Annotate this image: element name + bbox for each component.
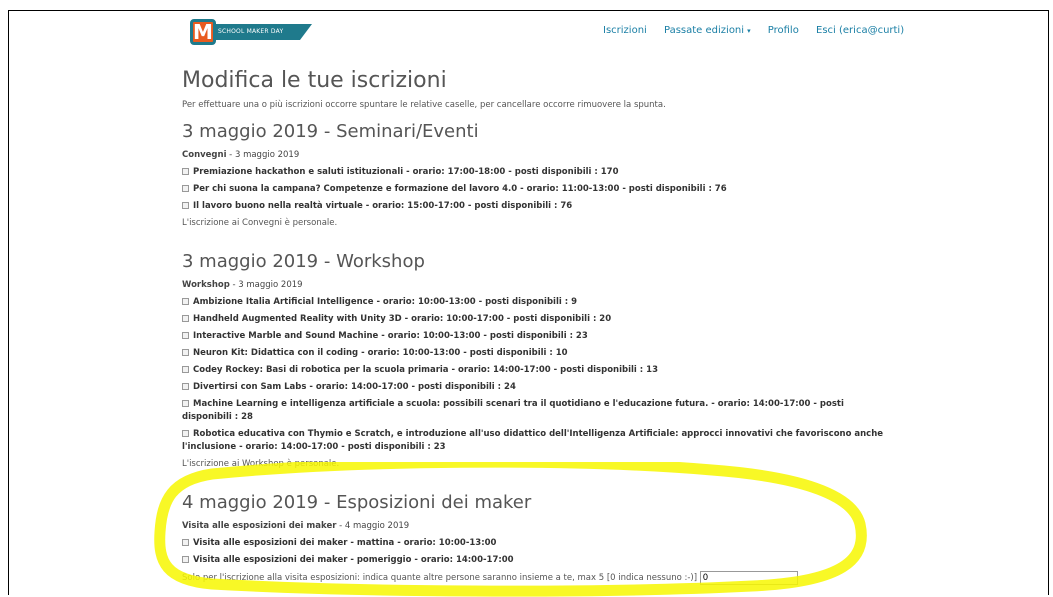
option-checkbox[interactable] — [182, 315, 189, 322]
option-row: Visita alle esposizioni dei maker - pome… — [182, 554, 887, 567]
group-label: Workshop - 3 maggio 2019 — [182, 278, 887, 292]
group-label: Convegni - 3 maggio 2019 — [182, 148, 887, 162]
section-note: L'iscrizione ai Workshop è personale. — [182, 459, 340, 469]
option-label: Machine Learning e intelligenza artifici… — [182, 399, 844, 422]
group-date: - 3 maggio 2019 — [229, 280, 303, 290]
school-maker-day-logo[interactable]: M SCHOOL MAKER DAY — [182, 17, 317, 47]
option-label: Interactive Marble and Sound Machine - o… — [193, 331, 588, 341]
option-label: Premiazione hackathon e saluti istituzio… — [193, 167, 619, 177]
option-label: Per chi suona la campana? Competenze e f… — [193, 184, 727, 194]
option-row: Robotica educativa con Thymio e Scratch,… — [182, 428, 887, 454]
window-border-left — [8, 10, 9, 595]
caret-down-icon: ▾ — [747, 27, 751, 35]
option-checkbox[interactable] — [182, 185, 189, 192]
option-label: Visita alle esposizioni dei maker - matt… — [193, 538, 497, 548]
visitors-count-input[interactable] — [699, 570, 798, 585]
group-date: - 4 maggio 2019 — [336, 521, 410, 531]
option-row: Visita alle esposizioni dei maker - matt… — [182, 537, 887, 550]
logo-text: SCHOOL MAKER DAY — [218, 28, 284, 35]
nav-profilo[interactable]: Profilo — [768, 25, 799, 36]
nav-passate-label: Passate edizioni — [664, 25, 745, 36]
group-name: Convegni — [182, 150, 227, 160]
option-checkbox[interactable] — [182, 366, 189, 373]
option-label: Neuron Kit: Didattica con il coding - or… — [193, 348, 568, 358]
option-checkbox[interactable] — [182, 202, 189, 209]
option-row: Premiazione hackathon e saluti istituzio… — [182, 166, 887, 179]
option-label: Il lavoro buono nella realtà virtuale - … — [193, 201, 573, 211]
option-checkbox[interactable] — [182, 383, 189, 390]
visitors-label: Solo per l'iscrizione alla visita esposi… — [182, 573, 698, 583]
main-content: Modifica le tue iscrizioni Per effettuar… — [182, 66, 887, 586]
option-row: Interactive Marble and Sound Machine - o… — [182, 330, 887, 343]
logo-m-icon: M — [190, 19, 216, 45]
section-heading: 3 maggio 2019 - Seminari/Eventi — [182, 121, 479, 142]
option-checkbox[interactable] — [182, 332, 189, 339]
option-row: Neuron Kit: Didattica con il coding - or… — [182, 347, 887, 360]
page-intro: Per effettuare una o più iscrizioni occo… — [182, 100, 666, 110]
page-title: Modifica le tue iscrizioni — [182, 68, 447, 93]
option-row: Divertirsi con Sam Labs - orario: 14:00-… — [182, 381, 887, 394]
option-label: Divertirsi con Sam Labs - orario: 14:00-… — [193, 382, 516, 392]
section-note: L'iscrizione ai Convegni è personale. — [182, 218, 338, 228]
group-label: Visita alle esposizioni dei maker - 4 ma… — [182, 519, 887, 533]
option-checkbox[interactable] — [182, 539, 189, 546]
section-seminari: 3 maggio 2019 - Seminari/Eventi Convegni… — [182, 120, 887, 230]
option-label: Codey Rockey: Basi di robotica per la sc… — [193, 365, 658, 375]
option-label: Handheld Augmented Reality with Unity 3D… — [193, 314, 612, 324]
nav-passate-edizioni[interactable]: Passate edizioni ▾ — [664, 25, 751, 36]
option-label: Robotica educativa con Thymio e Scratch,… — [182, 429, 884, 452]
option-row: Per chi suona la campana? Competenze e f… — [182, 183, 887, 196]
nav-iscrizioni[interactable]: Iscrizioni — [603, 25, 647, 36]
nav-links: Iscrizioni Passate edizioni ▾ Profilo Esc… — [603, 25, 918, 36]
option-checkbox[interactable] — [182, 400, 189, 407]
section-heading: 4 maggio 2019 - Esposizioni dei maker — [182, 492, 532, 513]
option-label: Ambizione Italia Artificial Intelligence… — [193, 297, 578, 307]
option-row: Il lavoro buono nella realtà virtuale - … — [182, 200, 887, 213]
section-esposizioni: 4 maggio 2019 - Esposizioni dei maker Vi… — [182, 491, 887, 586]
option-row: Machine Learning e intelligenza artifici… — [182, 398, 887, 424]
option-checkbox[interactable] — [182, 298, 189, 305]
group-name: Workshop — [182, 280, 230, 290]
screen-top-margin — [0, 0, 1053, 10]
section-workshop: 3 maggio 2019 - Workshop Workshop - 3 ma… — [182, 250, 887, 471]
option-checkbox[interactable] — [182, 430, 189, 437]
option-row: Ambizione Italia Artificial Intelligence… — [182, 296, 887, 309]
section-heading: 3 maggio 2019 - Workshop — [182, 251, 425, 272]
group-date: - 3 maggio 2019 — [226, 150, 300, 160]
nav-esci[interactable]: Esci (erica@curti) — [816, 25, 904, 36]
visitors-row: Solo per l'iscrizione alla visita esposi… — [182, 570, 887, 586]
option-row: Handheld Augmented Reality with Unity 3D… — [182, 313, 887, 326]
navbar: M SCHOOL MAKER DAY Iscrizioni Passate ed… — [9, 11, 1048, 51]
option-label: Visita alle esposizioni dei maker - pome… — [193, 555, 514, 565]
option-checkbox[interactable] — [182, 556, 189, 563]
window-border-right — [1048, 10, 1049, 595]
option-checkbox[interactable] — [182, 168, 189, 175]
option-row: Codey Rockey: Basi di robotica per la sc… — [182, 364, 887, 377]
option-checkbox[interactable] — [182, 349, 189, 356]
group-name: Visita alle esposizioni dei maker — [182, 521, 337, 531]
